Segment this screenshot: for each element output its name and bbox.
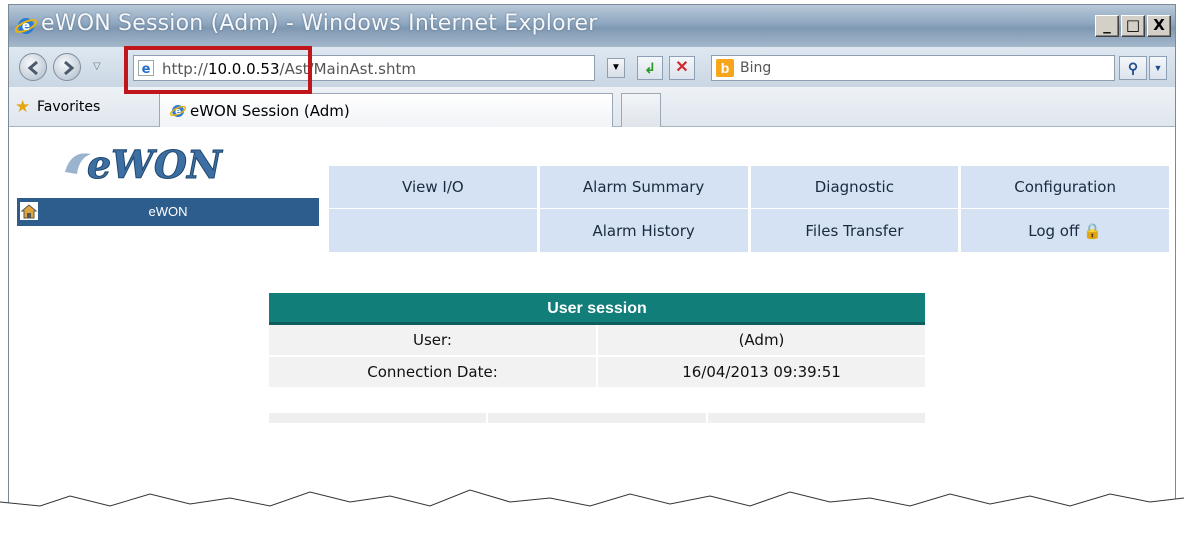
footer-cell [269,413,489,423]
menu-alarm-history[interactable]: Alarm History [539,209,748,252]
tab-label: eWON Session (Adm) [190,102,350,120]
svg-text:e: e [175,107,181,117]
back-arrow-icon [27,60,38,76]
search-button[interactable]: ⚲ [1119,56,1147,80]
lock-icon: 🔒 [1083,221,1102,240]
maximize-button[interactable]: □ [1121,15,1145,37]
menu-alarm-summary[interactable]: Alarm Summary [539,166,748,209]
back-button[interactable] [19,53,47,81]
user-session-panel: User session User: (Adm) Connection Date… [269,293,925,423]
session-user-label: User: [269,325,598,355]
stop-button[interactable]: ✕ [669,56,695,80]
menu-diagnostic[interactable]: Diagnostic [750,166,959,209]
search-options-button[interactable]: ▼ [1149,56,1167,80]
session-footer [269,413,925,423]
new-tab-button[interactable] [621,93,661,127]
session-user-value: (Adm) [738,331,785,349]
window-title: eWON Session (Adm) - Windows Internet Ex… [41,11,598,36]
menu-configuration[interactable]: Configuration [961,166,1169,209]
chevron-down-icon: ▼ [1153,63,1163,73]
forward-arrow-icon [64,60,75,76]
title-bar: e eWON Session (Adm) - Windows Internet … [9,5,1175,47]
footer-cell [488,413,708,423]
log-off-label: Log off [1028,221,1080,240]
search-icon: ⚲ [1127,60,1139,76]
refresh-icon: ↲ [644,60,656,76]
footer-cell [707,413,925,423]
close-button[interactable]: X [1147,15,1171,37]
search-field[interactable]: b Bing [711,55,1115,81]
page-content: eWON eWON View I/O Alarm Summary Diagnos… [9,128,1175,523]
window-controls: _ □ X [1093,15,1171,37]
torn-edge [0,489,1184,546]
home-bar[interactable]: eWON [17,198,319,226]
menu-files-transfer[interactable]: Files Transfer [750,209,959,252]
search-placeholder: Bing [740,60,772,76]
session-row-date: Connection Date: 16/04/2013 09:39:51 [269,357,925,389]
internet-explorer-icon: e [170,105,186,117]
favorites-star-icon[interactable]: ★ [15,98,30,115]
stop-icon: ✕ [675,59,689,76]
chevron-down-icon: ▼ [611,62,621,73]
address-dropdown-button[interactable]: ▼ [607,58,625,78]
minimize-button[interactable]: _ [1095,15,1119,37]
menu-view-io[interactable]: View I/O [329,166,537,209]
ewon-logo: eWON [65,144,223,184]
logo-text: eWON [87,144,223,184]
home-label: eWON [148,204,188,219]
main-menu: View I/O Alarm Summary Diagnostic Config… [329,166,1169,252]
session-date-value: 16/04/2013 09:39:51 [682,363,841,381]
menu-log-off[interactable]: Log off 🔒 [961,209,1169,252]
bing-icon: b [716,59,734,77]
internet-explorer-icon: e [15,18,37,34]
history-dropdown-icon[interactable]: ▽ [93,61,101,72]
menu-empty-cell [329,209,537,252]
session-title: User session [269,293,925,325]
favorites-button[interactable]: Favorites [37,99,100,115]
session-date-label: Connection Date: [269,357,598,387]
session-row-user: User: (Adm) [269,325,925,357]
url-highlight-box [124,46,312,94]
tab-ewon-session[interactable]: e eWON Session (Adm) [159,93,613,127]
svg-text:e: e [22,19,30,33]
forward-button[interactable] [53,53,81,81]
screenshot-stage: e eWON Session (Adm) - Windows Internet … [0,0,1184,546]
compatibility-view-button[interactable]: ↲ [637,56,663,80]
